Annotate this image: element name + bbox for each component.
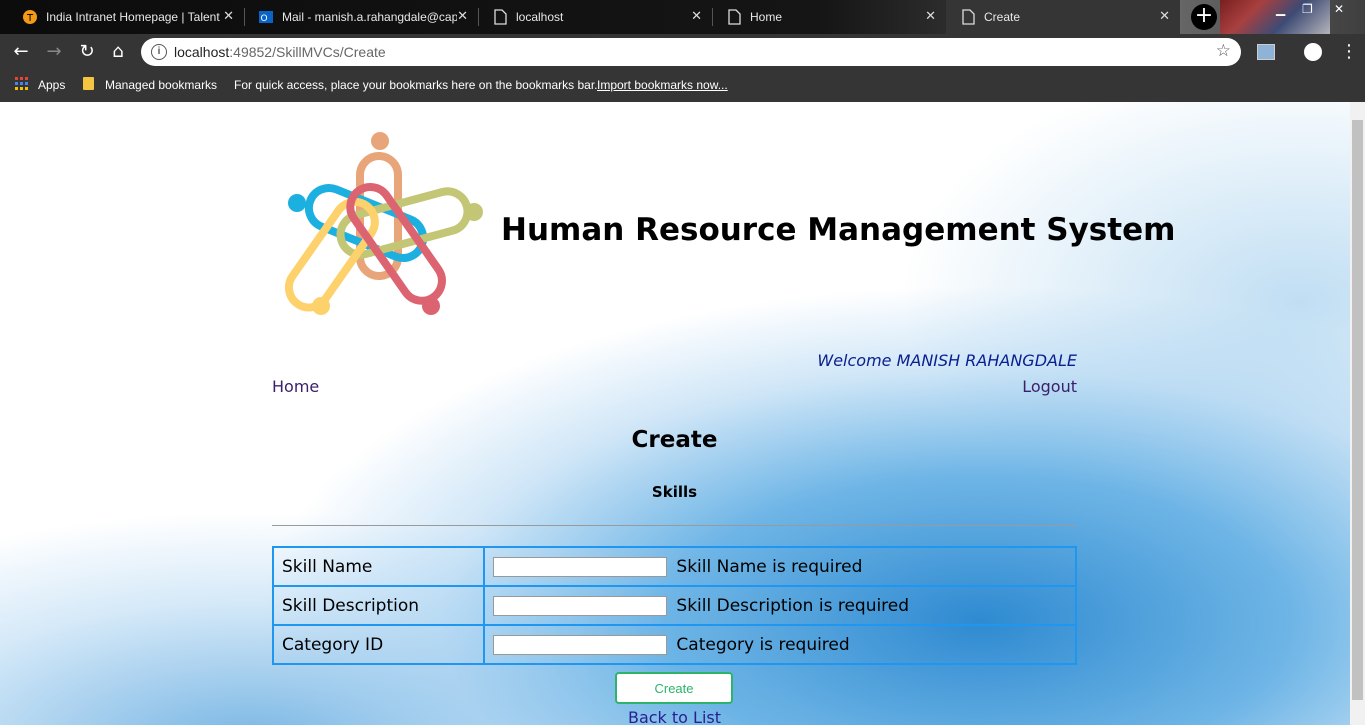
tab-india-intranet[interactable]: T India Intranet Homepage | Talent ✕ [8, 0, 244, 34]
table-row: Skill Description Skill Description is r… [272, 585, 1077, 626]
skill-name-label: Skill Name [272, 546, 485, 587]
back-to-list-link[interactable]: Back to List [272, 708, 1077, 725]
bookmark-managed[interactable]: Managed bookmarks [105, 78, 217, 92]
restore-icon[interactable]: ❐ [1302, 2, 1313, 16]
close-icon[interactable]: ✕ [925, 9, 936, 24]
new-tab-icon[interactable]: + [1191, 4, 1217, 30]
create-button[interactable]: Create [615, 672, 733, 704]
close-icon[interactable]: ✕ [1159, 9, 1170, 24]
home-icon[interactable]: ⌂ [107, 42, 129, 62]
skill-description-cell: Skill Description is required [483, 585, 1077, 626]
skill-description-input[interactable] [493, 595, 667, 616]
page-scrollbar[interactable] [1350, 102, 1365, 725]
forward-arrow-icon[interactable]: → [43, 42, 65, 62]
page-viewport: Human Resource Management System Welcome… [0, 102, 1365, 725]
tab-label: Create [984, 10, 1021, 24]
category-id-validation: Category is required [676, 634, 850, 655]
page-icon [960, 9, 976, 25]
close-icon[interactable]: ✕ [691, 9, 702, 24]
reload-icon[interactable]: ↻ [76, 42, 98, 62]
tab-localhost[interactable]: localhost ✕ [478, 0, 712, 34]
nav-logout-link[interactable]: Logout [1022, 377, 1077, 396]
skill-name-cell: Skill Name is required [483, 546, 1077, 587]
bookmarks-bar: Apps Managed bookmarks For quick access,… [0, 70, 1365, 102]
url-text[interactable]: localhost:49852/SkillMVCs/Create [174, 44, 386, 60]
menu-kebab-icon[interactable]: ⋮ [1340, 41, 1358, 62]
tab-label: India Intranet Homepage | Talent [46, 10, 220, 24]
scrollbar-thumb[interactable] [1352, 120, 1363, 700]
minimize-icon[interactable]: ▁ [1276, 2, 1285, 16]
bookmarks-hint: For quick access, place your bookmarks h… [234, 78, 598, 92]
tab-mail[interactable]: O Mail - manish.a.rahangdale@capgemini.c… [244, 0, 478, 34]
site-info-icon[interactable]: i [151, 44, 167, 60]
svg-text:O: O [260, 14, 267, 24]
apps-grid-icon [15, 77, 29, 94]
hrms-logo-icon [284, 128, 494, 332]
address-bar[interactable]: i localhost:49852/SkillMVCs/Create ☆ [141, 38, 1241, 66]
category-id-label: Category ID [272, 624, 485, 665]
nav-home-link[interactable]: Home [272, 377, 319, 396]
skill-name-validation: Skill Name is required [676, 556, 863, 577]
skill-name-input[interactable] [493, 556, 667, 577]
page-icon [726, 9, 742, 25]
tab-label: Home [750, 10, 783, 24]
back-arrow-icon[interactable]: ← [10, 42, 32, 62]
category-id-cell: Category is required [483, 624, 1077, 665]
skill-description-validation: Skill Description is required [676, 595, 910, 616]
page-icon [492, 9, 508, 25]
close-icon[interactable]: ✕ [223, 9, 234, 24]
table-row: Skill Name Skill Name is required [272, 546, 1077, 587]
close-icon[interactable]: ✕ [457, 9, 468, 24]
app-title: Human Resource Management System [501, 212, 1176, 248]
tab-create[interactable]: Create ✕ [946, 0, 1180, 34]
folder-icon [83, 77, 94, 90]
table-row: Category ID Category is required [272, 624, 1077, 665]
welcome-message: Welcome MANISH RAHANGDALE [817, 351, 1077, 370]
outlook-favicon-icon: O [258, 9, 274, 25]
browser-theme-decoration [1220, 0, 1330, 34]
skill-form-table: Skill Name Skill Name is required Skill … [272, 546, 1077, 665]
bookmark-apps[interactable]: Apps [38, 78, 65, 92]
browser-tab-strip: T India Intranet Homepage | Talent ✕ O M… [0, 0, 1365, 34]
profile-avatar-icon[interactable] [1304, 43, 1322, 61]
divider [272, 525, 1077, 526]
extension-icon[interactable] [1257, 44, 1275, 60]
tab-home[interactable]: Home ✕ [712, 0, 946, 34]
tab-label: Mail - manish.a.rahangdale@capgemini.com [282, 10, 457, 24]
browser-toolbar: ← → ↻ ⌂ i localhost:49852/SkillMVCs/Crea… [0, 34, 1365, 70]
window-close-icon[interactable]: ✕ [1334, 2, 1344, 16]
section-title: Skills [651, 483, 698, 501]
bookmark-star-icon[interactable]: ☆ [1216, 41, 1231, 61]
tab-label: localhost [516, 10, 564, 24]
svg-text:T: T [26, 13, 34, 24]
import-bookmarks-link[interactable]: Import bookmarks now... [597, 78, 728, 92]
category-id-input[interactable] [493, 634, 667, 655]
skill-description-label: Skill Description [272, 585, 485, 626]
page-title: Create [631, 427, 718, 453]
talent-favicon-icon: T [22, 9, 38, 25]
